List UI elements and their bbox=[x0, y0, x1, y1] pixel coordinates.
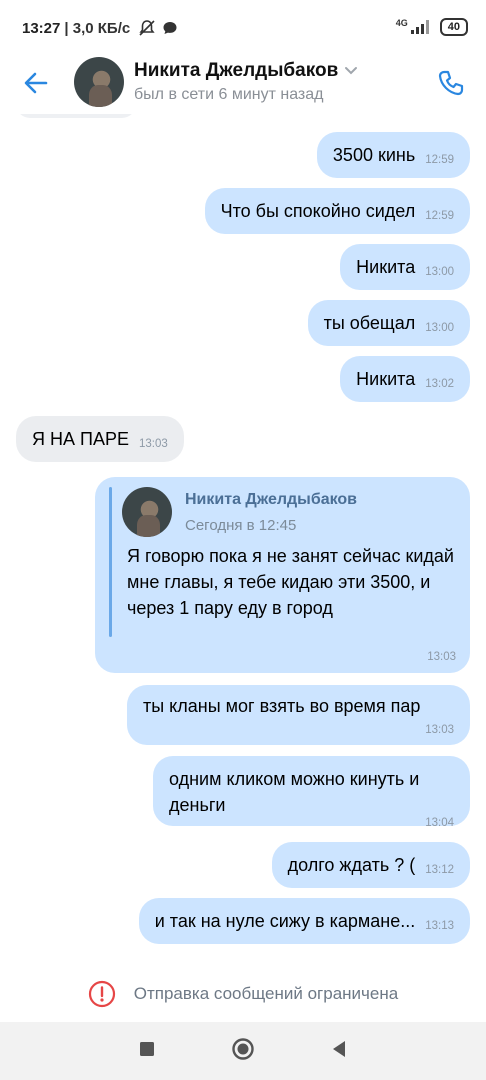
square-icon bbox=[139, 1041, 154, 1056]
signal-icon bbox=[410, 20, 429, 34]
message-bubble[interactable]: ты кланы мог взять во время пар 13:03 bbox=[127, 685, 470, 745]
chat-header: Никита Джелдыбаков был в сети 6 минут на… bbox=[0, 56, 486, 114]
message-bubble[interactable]: ты обещал 13:00 bbox=[307, 300, 470, 346]
message-text: Я НА ПАРЕ bbox=[32, 429, 129, 449]
message-text: ты кланы мог взять во время пар bbox=[143, 696, 421, 716]
previous-message-stub bbox=[16, 114, 136, 118]
message-time: 13:03 bbox=[425, 724, 454, 736]
chat-icon bbox=[163, 22, 177, 34]
warning-icon bbox=[88, 980, 115, 1008]
message-text: Что бы спокойно сидел bbox=[220, 201, 416, 221]
message-bubble[interactable]: Что бы спокойно сидел 12:59 bbox=[204, 188, 470, 234]
message-text: ты обещал bbox=[323, 313, 416, 333]
messaging-restricted-banner: Отправка сообщений ограничена bbox=[0, 969, 486, 1019]
status-icons bbox=[138, 19, 178, 37]
forward-bar bbox=[109, 487, 112, 637]
status-right: 4G 40 bbox=[396, 18, 468, 36]
message-time: 13:03 bbox=[427, 651, 456, 663]
network-type: 4G bbox=[395, 18, 408, 28]
message-bubble[interactable]: 3500 кинь 12:59 bbox=[316, 132, 470, 178]
message-text: Никита bbox=[356, 257, 416, 277]
triangle-back-icon bbox=[333, 1040, 346, 1057]
avatar[interactable] bbox=[74, 57, 124, 107]
message-time: 13:00 bbox=[425, 266, 454, 278]
message-time: 13:12 bbox=[425, 864, 454, 876]
message-time: 13:13 bbox=[425, 920, 454, 932]
battery-indicator: 40 bbox=[439, 18, 468, 36]
recent-apps-button[interactable] bbox=[138, 1040, 156, 1063]
status-speed: | 3,0 КБ/с bbox=[64, 19, 131, 37]
message-bubble[interactable]: долго ждать ? ( 13:12 bbox=[271, 842, 470, 888]
forward-text: Я говорю пока я не занят сейчас кидай мн… bbox=[127, 546, 454, 618]
forwarded-message-bubble[interactable]: Никита Джелдыбаков Сегодня в 12:45 Я гов… bbox=[95, 477, 470, 673]
contact-name: Никита Джелдыбаков bbox=[134, 60, 339, 81]
message-bubble[interactable]: Никита 13:02 bbox=[340, 356, 470, 402]
mute-bell-icon bbox=[139, 20, 155, 36]
message-text: долго ждать ? ( bbox=[287, 855, 416, 875]
header-title[interactable]: Никита Джелдыбаков был в сети 6 минут на… bbox=[134, 60, 358, 104]
message-time: 13:02 bbox=[425, 378, 454, 390]
forward-date: Сегодня в 12:45 bbox=[185, 517, 297, 534]
home-button[interactable] bbox=[231, 1037, 255, 1066]
last-seen: был в сети 6 минут назад bbox=[134, 86, 324, 103]
status-time: 13:27 bbox=[22, 19, 61, 37]
message-text: 3500 кинь bbox=[332, 145, 416, 165]
message-time: 12:59 bbox=[425, 154, 454, 166]
arrow-left-icon bbox=[24, 72, 48, 94]
message-bubble[interactable]: Я НА ПАРЕ 13:03 bbox=[16, 416, 184, 462]
forward-author-name[interactable]: Никита Джелдыбаков bbox=[185, 491, 357, 509]
chevron-down-icon bbox=[345, 67, 358, 75]
call-button[interactable] bbox=[434, 66, 468, 100]
forward-author-avatar[interactable] bbox=[122, 487, 172, 537]
message-list[interactable]: 3500 кинь 12:59 Что бы спокойно сидел 12… bbox=[0, 114, 486, 969]
circle-icon bbox=[232, 1037, 254, 1060]
message-bubble[interactable]: Никита 13:00 bbox=[340, 244, 470, 290]
restricted-text: Отправка сообщений ограничена bbox=[133, 984, 399, 1003]
message-bubble[interactable]: и так на нуле сижу в кармане... 13:13 bbox=[138, 898, 470, 944]
back-nav-button[interactable] bbox=[330, 1039, 348, 1064]
system-navigation-bar bbox=[0, 1022, 486, 1080]
message-text: Никита bbox=[356, 369, 416, 389]
status-bar: 13:27 | 3,0 КБ/с 4G 40 bbox=[0, 0, 486, 56]
message-text: и так на нуле сижу в кармане... bbox=[154, 911, 416, 931]
phone-icon bbox=[438, 70, 464, 96]
message-time: 12:59 bbox=[425, 210, 454, 222]
message-time: 13:00 bbox=[425, 322, 454, 334]
back-button[interactable] bbox=[20, 67, 52, 99]
message-bubble[interactable]: одним кликом можно кинуть и деньги 13:04 bbox=[153, 756, 470, 829]
message-time: 13:03 bbox=[138, 438, 168, 450]
